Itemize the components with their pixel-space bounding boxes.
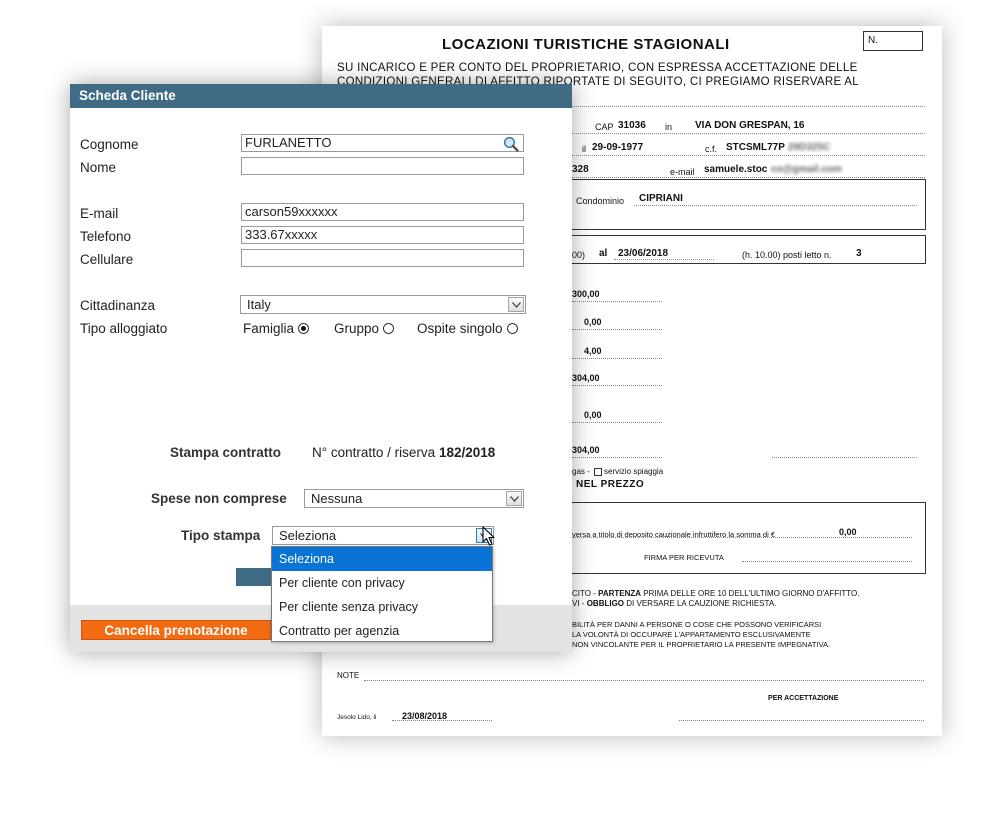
condominio-value: CIPRIANI: [639, 193, 683, 204]
option-cliente-con-privacy[interactable]: Per cliente con privacy: [272, 571, 492, 595]
dialog-title: Scheda Cliente: [70, 84, 572, 108]
telefono-input[interactable]: 333.67xxxxx: [241, 226, 524, 244]
services-line: gas - servizio spiaggia: [572, 467, 664, 476]
terms-line-4: LA VOLONTÀ DI OCCUPARE L'APPARTAMENTO ES…: [572, 630, 811, 639]
cittadinanza-label: Cittadinanza: [80, 298, 156, 313]
email-hidden: co@gmail.com: [771, 164, 842, 175]
chevron-down-icon[interactable]: [508, 297, 524, 312]
deposit-value: 0,00: [839, 527, 857, 537]
tipo-stampa-options: Seleziona Per cliente con privacy Per cl…: [271, 546, 493, 642]
terms-line-1: CITO - PARTENZA PRIMA DELLE ORE 10 DELL'…: [572, 589, 860, 598]
place-label: Jesolo Lido, li: [337, 714, 377, 721]
phone-fragment: 328: [572, 164, 589, 175]
al-label: al: [599, 248, 608, 259]
amount-6: 304,00: [572, 445, 600, 455]
spese-label: Spese non comprese: [151, 491, 287, 506]
email-input[interactable]: carson59xxxxxx: [241, 203, 524, 221]
search-icon[interactable]: [503, 136, 519, 152]
tipo-stampa-select[interactable]: Seleziona: [272, 526, 494, 545]
telefono-label: Telefono: [80, 229, 132, 244]
option-contratto-agenzia[interactable]: Contratto per agenzia: [272, 619, 492, 643]
terms-line-2: VI - OBBLIGO DI VERSARE LA CAUZIONE RICH…: [572, 599, 777, 608]
cf-value: STCSML77P: [726, 142, 785, 153]
acceptance-label: PER ACCETTAZIONE: [768, 695, 839, 702]
mouse-cursor-icon: [482, 526, 495, 546]
client-card-dialog: Scheda Cliente Cognome FURLANETTO Nome E…: [70, 84, 572, 652]
amount-1: 300,00: [572, 289, 600, 299]
contract-number: N° contratto / riserva 182/2018: [312, 445, 496, 460]
email-label: E-mail: [80, 206, 119, 221]
birth-date: 29-09-1977: [592, 142, 644, 153]
radio-famiglia[interactable]: Famiglia: [243, 321, 310, 336]
terms-line-3: BILITÀ PER DANNI A PERSONE O COSE CHE PO…: [572, 620, 822, 629]
chevron-down-icon[interactable]: [506, 491, 522, 506]
radio-button: [383, 323, 395, 334]
hour-text: (h. 10.00) posti letto n.: [742, 250, 832, 260]
condominio-label: Condominio: [576, 196, 625, 206]
radio-button: [506, 323, 518, 334]
amount-4: 304,00: [572, 373, 600, 383]
radio-gruppo[interactable]: Gruppo: [334, 321, 395, 336]
cf-hidden: 29D325C: [788, 142, 831, 153]
document-title: LOCAZIONI TURISTICHE STAGIONALI: [442, 36, 730, 53]
address-value: VIA DON GRESPAN, 16: [695, 120, 805, 131]
cf-label: c.f.: [705, 144, 718, 154]
nome-input[interactable]: [241, 157, 524, 175]
option-cliente-senza-privacy[interactable]: Per cliente senza privacy: [272, 595, 492, 619]
il-label: il: [582, 144, 586, 154]
included-text: NEL PREZZO: [576, 479, 645, 490]
email-value: samuele.stoc: [704, 164, 768, 175]
signature-text: FIRMA PER RICEVUTA: [644, 553, 724, 562]
amount-3: 4,00: [584, 346, 602, 356]
document-intro-line-1: SU INCARICO E PER CONTO DEL PROPRIETARIO…: [337, 62, 858, 74]
radio-ospite-singolo[interactable]: Ospite singolo: [417, 321, 518, 336]
beds-value: 3: [856, 248, 862, 259]
cognome-input[interactable]: FURLANETTO: [241, 134, 524, 152]
in-label: in: [665, 122, 673, 132]
cognome-label: Cognome: [80, 137, 139, 152]
email-label: e-mail: [670, 167, 695, 177]
cap-value: 31036: [618, 120, 646, 131]
document-number-box: N.: [863, 31, 923, 51]
note-label: NOTE: [337, 671, 360, 680]
spese-select[interactable]: Nessuna: [304, 489, 524, 508]
cittadinanza-select[interactable]: Italy: [240, 295, 526, 314]
time-fragment: 00): [572, 250, 586, 260]
amount-5: 0,00: [584, 410, 602, 420]
amount-2: 0,00: [584, 317, 602, 327]
end-date: 23/06/2018: [618, 248, 669, 259]
option-seleziona[interactable]: Seleziona: [272, 547, 492, 571]
cellulare-input[interactable]: [241, 249, 524, 267]
radio-button-checked: [298, 323, 310, 334]
tipo-alloggiato-label: Tipo alloggiato: [80, 321, 168, 336]
cancel-booking-button[interactable]: Cancella prenotazione: [81, 620, 271, 640]
stampa-contratto-label: Stampa contratto: [170, 445, 282, 460]
cellulare-label: Cellulare: [80, 252, 134, 267]
tipo-stampa-label: Tipo stampa: [181, 528, 261, 543]
nome-label: Nome: [80, 160, 117, 175]
cap-label: CAP: [595, 122, 614, 132]
terms-line-5: NON VINCOLANTE PER IL PROPRIETARIO LA PR…: [572, 640, 831, 649]
